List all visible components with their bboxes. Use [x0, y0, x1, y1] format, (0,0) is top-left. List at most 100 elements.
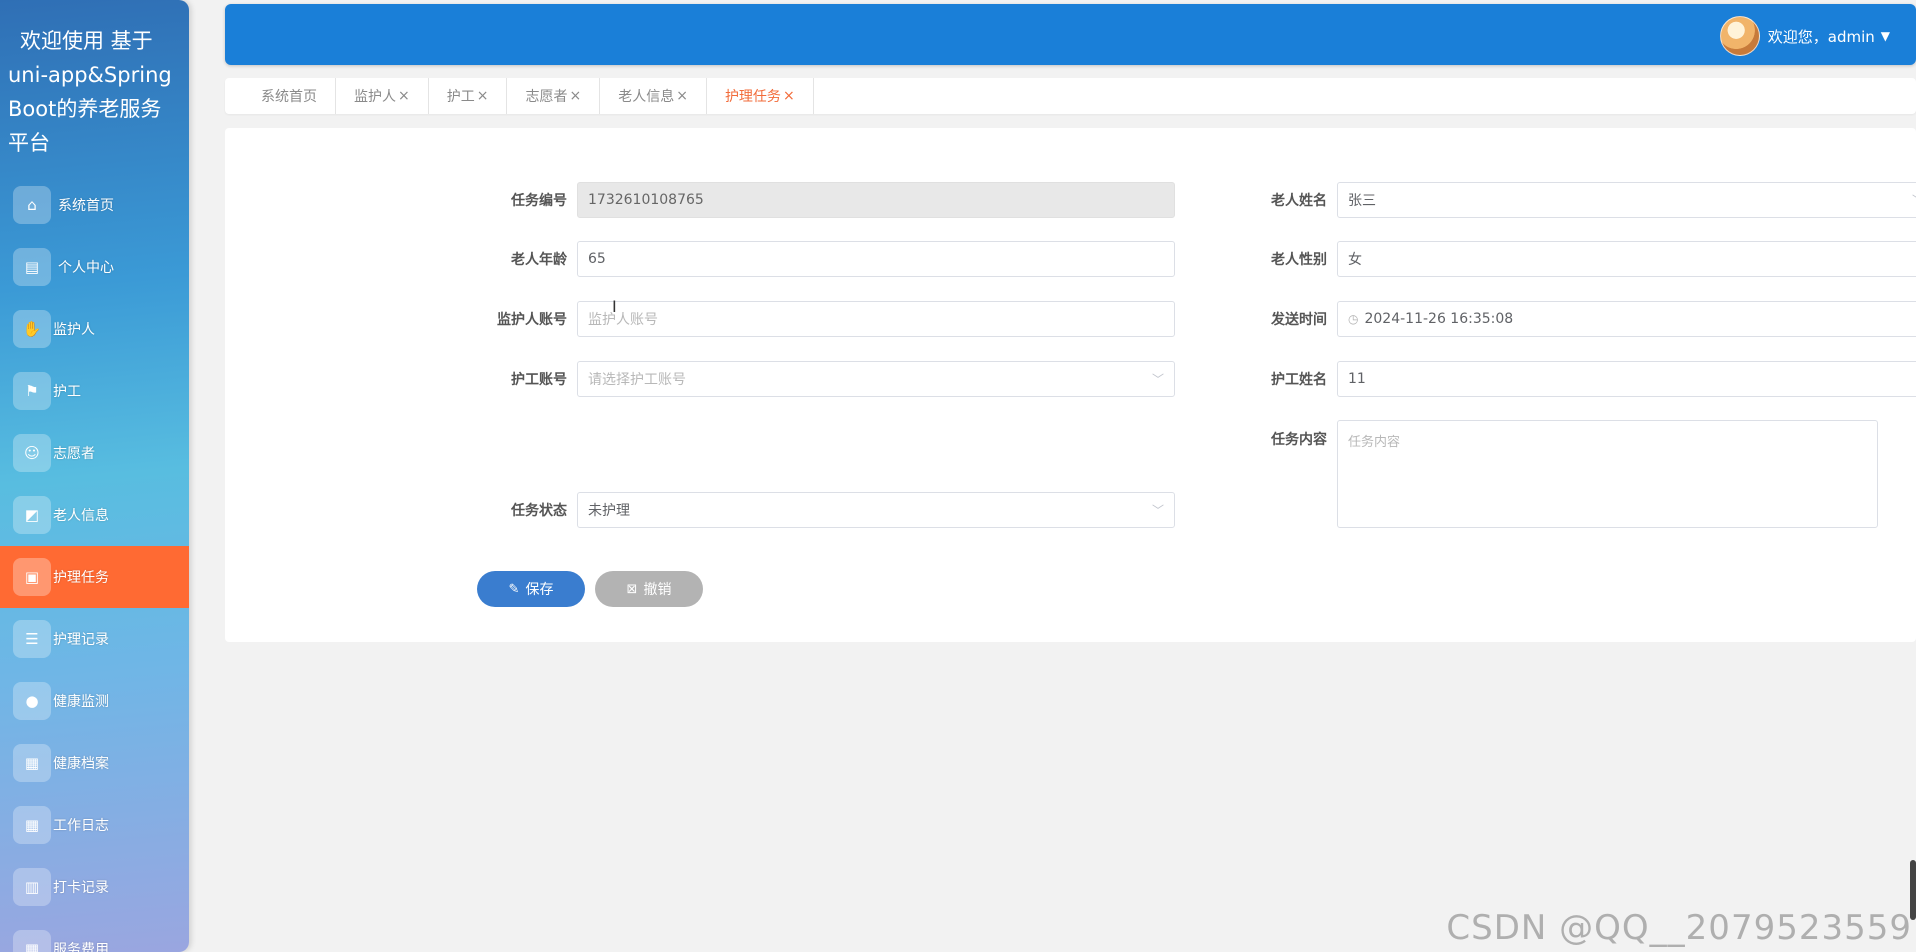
elder-gender-label: 老人性别	[1271, 252, 1327, 268]
user-menu[interactable]: 欢迎您，admin ▼	[1719, 16, 1890, 56]
sidebar-item-label: 护工	[53, 384, 81, 400]
sidebar-item-checkin-record[interactable]: ▥ 打卡记录	[0, 856, 189, 918]
top-header: 欢迎您，admin ▼	[225, 4, 1916, 65]
caret-down-icon: ▼	[1880, 29, 1890, 43]
guardian-account-label: 监护人账号	[497, 312, 567, 328]
sidebar-item-label: 志愿者	[53, 446, 95, 462]
sidebar-item-label: 健康监测	[53, 694, 109, 710]
tab-volunteer[interactable]: 志愿者 ×	[507, 78, 601, 114]
tab-guardian[interactable]: 监护人 ×	[336, 78, 429, 114]
tab-label: 护理任务	[724, 89, 781, 105]
sidebar-item-label: 系统首页	[58, 198, 114, 214]
brand-line-2: uni-app&SpringBoot的养老服务平台	[8, 63, 172, 155]
elder-name-label: 老人姓名	[1271, 193, 1327, 209]
tab-bar: 系统首页 监护人 × 护工 × 志愿者 × 老人信息 × 护理任务 ×	[225, 78, 1916, 114]
revoke-icon: ⊠	[626, 581, 638, 597]
elder-age-label: 老人年龄	[511, 252, 567, 268]
close-icon[interactable]: ×	[569, 88, 581, 104]
brand-title: 欢迎使用 基于 uni-app&SpringBoot的养老服务平台	[0, 0, 189, 155]
elder-name-row: 老人姓名 张三 ﹀	[1237, 182, 1916, 218]
sidebar-item-label: 打卡记录	[53, 880, 109, 896]
elder-age-row: 老人年龄 65	[477, 241, 1175, 277]
sidebar-item-work-log[interactable]: ▦ 工作日志	[0, 794, 189, 856]
sidebar-item-elder-info[interactable]: ◩ 老人信息	[0, 484, 189, 546]
sidebar-item-label: 老人信息	[53, 508, 109, 524]
task-content-label: 任务内容	[1271, 432, 1327, 448]
save-button-label: 保存	[525, 582, 554, 598]
caregiver-account-label: 护工账号	[511, 372, 567, 388]
elder-name-select[interactable]: 张三 ﹀	[1337, 182, 1916, 218]
caregiver-account-select[interactable]: 请选择护工账号 ﹀	[577, 361, 1175, 397]
cancel-button-label: 撤销	[643, 582, 672, 598]
sidebar-item-label: 护理任务	[53, 570, 109, 586]
sidebar-item-volunteer[interactable]: ☺ 志愿者	[0, 422, 189, 484]
send-time-row: 发送时间 ◷ 2024-11-26 16:35:08	[1237, 301, 1916, 337]
close-icon[interactable]: ×	[783, 88, 795, 104]
task-status-row: 任务状态 未护理 ﹀	[477, 492, 1175, 528]
caregiver-account-placeholder: 请选择护工账号	[588, 372, 686, 388]
send-time-picker[interactable]: ◷ 2024-11-26 16:35:08	[1337, 301, 1916, 337]
task-content-placeholder: 任务内容	[1348, 435, 1401, 450]
elder-gender-input[interactable]: 女	[1337, 241, 1916, 277]
elder-age-value: 65	[588, 251, 606, 267]
caregiver-name-row: 护工姓名 11	[1237, 361, 1916, 397]
tab-caregiver[interactable]: 护工 ×	[429, 78, 508, 114]
tab-label: 监护人	[354, 89, 396, 105]
task-form: 任务编号 1732610108765 老人年龄 65 监护人账号 监护人账号 护…	[225, 128, 1916, 642]
sidebar-item-home[interactable]: ⌂ 系统首页	[0, 174, 189, 236]
caregiver-account-row: 护工账号 请选择护工账号 ﹀	[477, 361, 1175, 397]
guardian-account-placeholder: 监护人账号	[588, 312, 658, 328]
task-no-value: 1732610108765	[588, 192, 704, 208]
sidebar-item-profile[interactable]: ▤ 个人中心	[0, 236, 189, 298]
caregiver-name-value: 11	[1348, 371, 1366, 387]
elder-age-input[interactable]: 65	[577, 241, 1175, 277]
task-no-label: 任务编号	[511, 193, 567, 209]
task-no-input: 1732610108765	[577, 182, 1175, 218]
caregiver-name-input[interactable]: 11	[1337, 361, 1916, 397]
sidebar-item-label: 健康档案	[53, 756, 109, 772]
task-content-textarea[interactable]: 任务内容	[1337, 420, 1878, 528]
watermark: CSDN @QQ__2079523559	[1446, 908, 1912, 948]
sidebar-item-caregiver[interactable]: ⚑ 护工	[0, 360, 189, 422]
sidebar-item-guardian[interactable]: ✋ 监护人	[0, 298, 189, 360]
greeting-text: 欢迎您，admin	[1767, 27, 1875, 46]
save-button[interactable]: ✎ 保存	[477, 571, 585, 607]
close-icon[interactable]: ×	[676, 88, 688, 104]
close-icon[interactable]: ×	[477, 88, 489, 104]
sidebar-item-care-record[interactable]: ☰ 护理记录	[0, 608, 189, 670]
task-no-row: 任务编号 1732610108765	[477, 182, 1175, 218]
edit-icon: ✎	[508, 581, 520, 597]
tab-label: 志愿者	[525, 89, 568, 105]
tab-label: 系统首页	[261, 89, 317, 105]
sidebar-item-label: 服务费用	[53, 942, 109, 952]
brand-line-1: 欢迎使用 基于	[20, 29, 153, 53]
tab-care-task[interactable]: 护理任务 ×	[707, 78, 814, 114]
elder-gender-value: 女	[1348, 252, 1362, 268]
tab-home[interactable]: 系统首页	[225, 78, 336, 114]
elder-name-value: 张三	[1348, 193, 1376, 209]
elder-gender-row: 老人性别 女	[1237, 241, 1916, 277]
text-cursor-icon: I	[612, 297, 617, 316]
chevron-down-icon: ﹀	[1151, 503, 1164, 518]
chevron-down-icon: ﹀	[1151, 372, 1164, 387]
sidebar-item-label: 工作日志	[53, 818, 109, 834]
sidebar-item-care-task[interactable]: ▣ 护理任务	[0, 546, 189, 608]
guardian-account-row: 监护人账号 监护人账号	[477, 301, 1175, 337]
send-time-label: 发送时间	[1271, 312, 1327, 328]
tab-elder-info[interactable]: 老人信息 ×	[600, 78, 707, 114]
caregiver-name-label: 护工姓名	[1271, 372, 1327, 388]
sidebar-item-health-monitor[interactable]: ● 健康监测	[0, 670, 189, 732]
sidebar-item-health-archive[interactable]: ▦ 健康档案	[0, 732, 189, 794]
close-icon[interactable]: ×	[398, 88, 410, 104]
avatar	[1719, 16, 1760, 56]
sidebar-menu: ⌂ 系统首页 ▤ 个人中心 ✋ 监护人 ⚑ 护工 ☺ 志愿者 ◩ 老人信息 ▣ …	[0, 174, 189, 952]
sidebar-item-service-fee[interactable]: ▦ 服务费用	[0, 918, 189, 952]
task-status-select[interactable]: 未护理 ﹀	[577, 492, 1175, 528]
sidebar-item-label: 护理记录	[53, 632, 109, 648]
cancel-button[interactable]: ⊠ 撤销	[595, 571, 703, 607]
task-status-value: 未护理	[588, 503, 630, 519]
sidebar-item-label: 监护人	[53, 322, 95, 338]
tab-label: 老人信息	[618, 89, 675, 105]
guardian-account-input[interactable]: 监护人账号	[577, 301, 1175, 337]
tab-label: 护工	[446, 89, 475, 105]
